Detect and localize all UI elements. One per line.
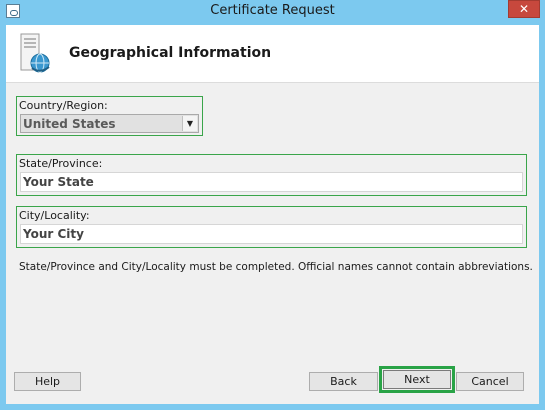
cancel-button[interactable]: Cancel [456, 372, 524, 391]
state-province-value: Your State [23, 175, 94, 189]
country-region-group: Country/Region: United States ▼ [16, 96, 203, 136]
certificate-request-window: Certificate Request ✕ Geographical Infor… [0, 0, 545, 410]
city-locality-group: City/Locality: Your City [16, 206, 527, 248]
title-bar[interactable]: Certificate Request ✕ [0, 0, 545, 24]
window-title: Certificate Request [210, 3, 335, 18]
server-globe-icon [20, 33, 50, 73]
wizard-header: Geographical Information [6, 25, 539, 83]
chevron-down-icon[interactable]: ▼ [182, 116, 197, 131]
city-locality-field[interactable]: Your City [20, 224, 523, 244]
close-button[interactable]: ✕ [508, 0, 540, 18]
dialog-client-area: Geographical Information Country/Region:… [6, 25, 539, 404]
city-locality-label: City/Locality: [19, 209, 90, 222]
country-region-value: United States [23, 117, 116, 131]
help-button[interactable]: Help [14, 372, 81, 391]
next-button[interactable]: Next [383, 370, 451, 389]
country-region-label: Country/Region: [19, 99, 108, 112]
back-button[interactable]: Back [309, 372, 378, 391]
state-province-group: State/Province: Your State [16, 154, 527, 196]
state-province-field[interactable]: Your State [20, 172, 523, 192]
country-region-select[interactable]: United States ▼ [20, 114, 199, 133]
state-province-label: State/Province: [19, 157, 103, 170]
completion-note: State/Province and City/Locality must be… [19, 261, 533, 273]
next-button-highlight: Next [379, 366, 455, 393]
page-title: Geographical Information [69, 45, 272, 61]
city-locality-value: Your City [23, 227, 84, 241]
